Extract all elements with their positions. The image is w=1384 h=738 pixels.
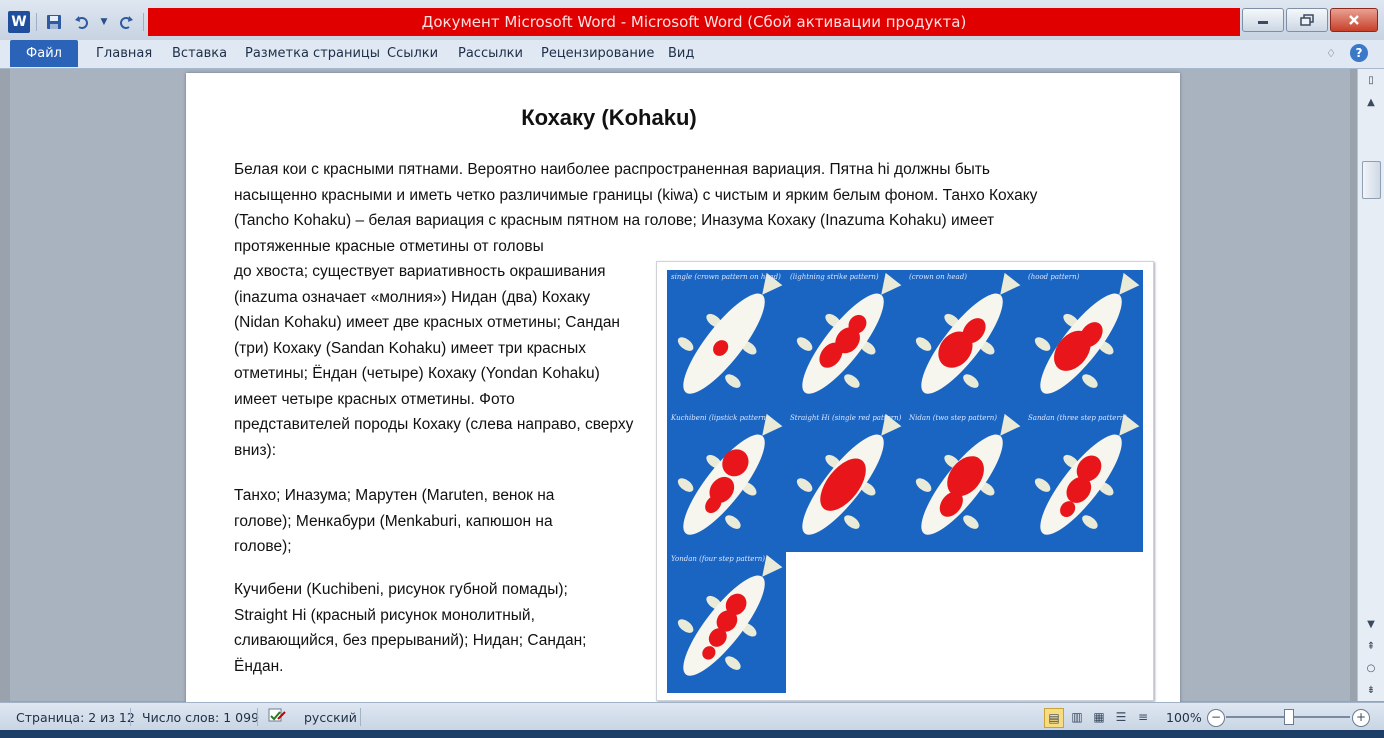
koi-fish-image [796,272,902,394]
tab-view[interactable]: Вид [668,46,694,61]
koi-photo-cell: Nidan (two step pattern) [905,411,1024,552]
document-page[interactable]: Кохаку (Kohaku) Белая кои с красными пят… [186,73,1180,713]
scroll-up-button[interactable]: ▲ [1363,95,1379,111]
tab-mailings[interactable]: Рассылки [458,46,523,61]
proofing-icon[interactable] [266,707,288,728]
paragraph-variants: до хвоста; существует вариативность окра… [234,263,634,459]
koi-photo-caption: Kuchibeni (lipstick pattern) [671,414,769,422]
koi-photo-caption: Yondan (four step pattern) [671,555,766,563]
qat-separator [36,13,37,31]
zoom-in-button[interactable]: + [1352,709,1370,727]
koi-fish-image [915,272,1021,394]
tab-file[interactable]: Файл [10,40,78,67]
tab-home[interactable]: Главная [96,46,152,61]
koi-photo-caption: Straight Hi (single red pattern) [790,414,902,422]
ribbon-right-controls: ♢ ? [1326,44,1368,62]
document-area: Кохаку (Kohaku) Белая кои с красными пят… [10,69,1350,713]
scroll-down-button[interactable]: ▼ [1363,617,1379,633]
next-page-icon[interactable]: ⇟ [1363,683,1379,699]
tab-references[interactable]: Ссылки [387,46,438,61]
koi-photo-caption: (hood pattern) [1028,273,1080,281]
koi-photo-caption: Sandan (three step pattern) [1028,414,1128,422]
koi-photo-caption: Nidan (two step pattern) [909,414,997,422]
redo-icon[interactable] [115,11,137,33]
zoom-level[interactable]: 100% [1166,710,1202,725]
close-button[interactable] [1330,8,1378,32]
koi-fish-image [1034,272,1140,394]
koi-photo-cell: Yondan (four step pattern) [667,552,786,693]
status-bar: Страница: 2 из 12 Число слов: 1 099 русс… [0,702,1384,731]
outline-view-button[interactable]: ☰ [1112,708,1130,726]
page-indicator[interactable]: Страница: 2 из 12 [16,710,135,725]
document-heading: Кохаку (Kohaku) [521,105,697,130]
koi-photo-cell: (crown on head) [905,270,1024,411]
koi-photo-cell: (hood pattern) [1024,270,1143,411]
status-separator [257,708,258,726]
koi-photo-caption: (lightning strike pattern) [790,273,879,281]
scrollbar-thumb[interactable] [1362,161,1381,199]
word-icon[interactable]: W [8,11,30,33]
undo-icon[interactable] [71,11,93,33]
status-separator [360,708,361,726]
zoom-slider-thumb[interactable] [1284,709,1294,725]
koi-fish-image [796,413,902,535]
window-title: Документ Microsoft Word - Microsoft Word… [148,8,1240,36]
ribbon-tabs: Файл Главная Вставка Разметка страницы С… [0,40,1384,69]
print-layout-view-button[interactable]: ▤ [1044,708,1064,728]
koi-fish-image [915,413,1021,535]
koi-photo-blank-cell [905,552,1024,693]
zoom-out-button[interactable]: − [1207,709,1225,727]
koi-photo-caption: (crown on head) [909,273,967,281]
ruler-toggle-icon[interactable]: ▯ [1363,73,1379,89]
koi-fish-image [677,413,783,535]
previous-page-icon[interactable]: ⇞ [1363,639,1379,655]
tab-review[interactable]: Рецензирование [541,46,654,61]
save-icon[interactable] [43,11,65,33]
koi-photo-grid: single (crown pattern on head) (lightning… [667,270,1143,694]
full-screen-reading-view-button[interactable]: ▥ [1068,708,1086,726]
tab-page-layout[interactable]: Разметка страницы [245,46,380,61]
window-controls [1242,8,1378,32]
koi-fish-image [1034,413,1140,535]
qat-separator [143,13,144,31]
restore-button[interactable] [1286,8,1328,32]
draft-view-button[interactable]: ≡ [1134,708,1152,726]
koi-photo-cell: Straight Hi (single red pattern) [786,411,905,552]
status-separator [130,708,131,726]
koi-photo[interactable]: single (crown pattern on head) (lightning… [656,261,1154,701]
paragraph-list-second: Кучибени (Kuchibeni, рисунок губной пома… [234,581,587,675]
koi-photo-cell: Kuchibeni (lipstick pattern) [667,411,786,552]
koi-fish-image [677,554,783,676]
title-bar: W ▼ ▾ Документ Microsoft Word - Microsof… [0,0,1384,40]
vertical-scrollbar[interactable]: ▯ ▲ ▼ ⇞ ○ ⇟ [1357,69,1384,701]
browse-object-icon[interactable]: ○ [1363,661,1379,677]
koi-photo-cell: (lightning strike pattern) [786,270,905,411]
koi-photo-caption: single (crown pattern on head) [671,273,781,281]
language-indicator[interactable]: русский [304,710,357,725]
paragraph-list-first: Танхо; Иназума; Марутен (Maruten, венок … [234,487,555,555]
tab-insert[interactable]: Вставка [172,46,227,61]
word-count[interactable]: Число слов: 1 099 [142,710,259,725]
paragraph-intro: Белая кои с красными пятнами. Вероятно н… [234,161,1038,255]
taskbar [0,730,1384,738]
koi-photo-blank-cell [1024,552,1143,693]
minimize-button[interactable] [1242,8,1284,32]
koi-photo-cell: Sandan (three step pattern) [1024,411,1143,552]
koi-fish-image [677,272,783,394]
web-layout-view-button[interactable]: ▦ [1090,708,1108,726]
chevron-down-icon[interactable]: ♢ [1326,47,1336,60]
koi-photo-cell: single (crown pattern on head) [667,270,786,411]
chevron-down-icon[interactable]: ▼ [99,11,109,33]
help-icon[interactable]: ? [1350,44,1368,62]
koi-photo-blank-cell [786,552,905,693]
